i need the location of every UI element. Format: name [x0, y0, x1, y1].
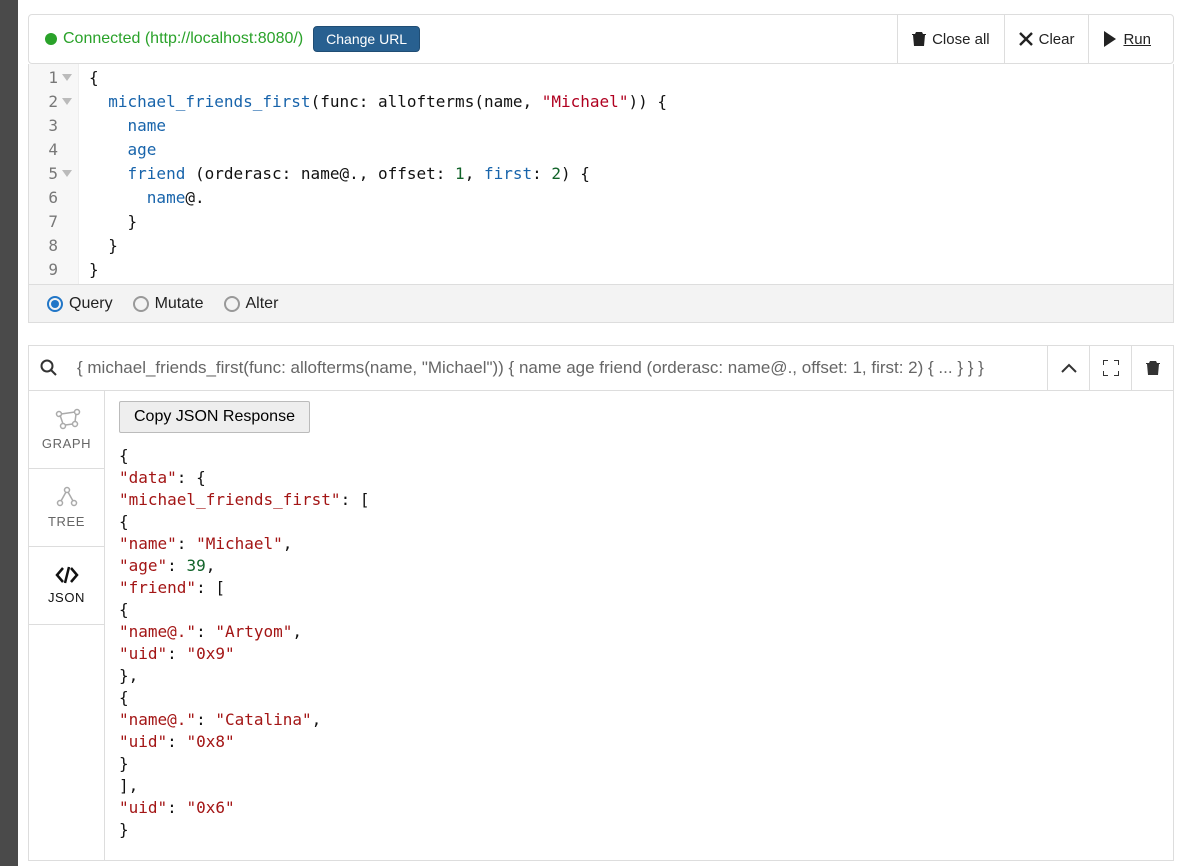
expand-button[interactable]	[1089, 346, 1131, 390]
delete-query-button[interactable]	[1131, 346, 1173, 390]
query-editor[interactable]: 123456789 { michael_friends_first(func: …	[28, 64, 1174, 285]
close-all-button[interactable]: Close all	[897, 15, 1004, 63]
tab-json-label: JSON	[48, 590, 85, 605]
app-root: Connected (http://localhost:8080/) Chang…	[18, 0, 1184, 866]
top-toolbar: Connected (http://localhost:8080/) Chang…	[28, 14, 1174, 64]
close-all-label: Close all	[932, 31, 990, 48]
collapse-button[interactable]	[1047, 346, 1089, 390]
run-button[interactable]: Run	[1088, 15, 1165, 63]
tree-icon	[55, 486, 79, 508]
fullscreen-icon	[1103, 360, 1119, 376]
editor-code[interactable]: { michael_friends_first(func: allofterms…	[79, 64, 1173, 284]
alter-radio-label: Alter	[246, 295, 279, 313]
tab-graph[interactable]: GRAPH	[29, 391, 104, 469]
alter-radio[interactable]	[224, 296, 240, 312]
tab-tree[interactable]: TREE	[29, 469, 104, 547]
tab-graph-label: GRAPH	[42, 436, 91, 451]
mode-strip: Query Mutate Alter	[28, 285, 1174, 323]
query-radio[interactable]	[47, 296, 63, 312]
x-icon	[1019, 32, 1033, 46]
query-history-summary[interactable]: { michael_friends_first(func: allofterms…	[69, 358, 1047, 378]
mutate-radio-label: Mutate	[155, 295, 204, 313]
query-radio-label: Query	[69, 295, 113, 313]
connection-label: Connected (http://localhost:8080/)	[63, 30, 303, 48]
chevron-up-icon	[1061, 363, 1077, 373]
run-label: Run	[1123, 31, 1151, 48]
result-body: Copy JSON Response { "data": { "michael_…	[105, 391, 1173, 860]
result-panel: GRAPH TREE JSON Copy JSON Response { "da…	[28, 391, 1174, 861]
search-icon	[29, 359, 69, 377]
copy-json-button[interactable]: Copy JSON Response	[119, 401, 310, 433]
tab-tree-label: TREE	[48, 514, 85, 529]
mutate-radio[interactable]	[133, 296, 149, 312]
code-icon	[55, 566, 79, 584]
change-url-button[interactable]: Change URL	[313, 26, 420, 52]
clear-button[interactable]: Clear	[1004, 15, 1089, 63]
trash-icon	[1146, 360, 1160, 376]
result-tabs: GRAPH TREE JSON	[29, 391, 105, 860]
play-icon	[1103, 31, 1117, 47]
json-output[interactable]: { "data": { "michael_friends_first": [ {…	[119, 445, 1159, 841]
graph-icon	[53, 408, 81, 430]
query-history-bar: { michael_friends_first(func: allofterms…	[28, 345, 1174, 391]
trash-icon	[912, 31, 926, 47]
connection-status-icon	[45, 33, 57, 45]
editor-gutter: 123456789	[29, 64, 79, 284]
tab-json[interactable]: JSON	[29, 547, 104, 625]
clear-label: Clear	[1039, 31, 1075, 48]
